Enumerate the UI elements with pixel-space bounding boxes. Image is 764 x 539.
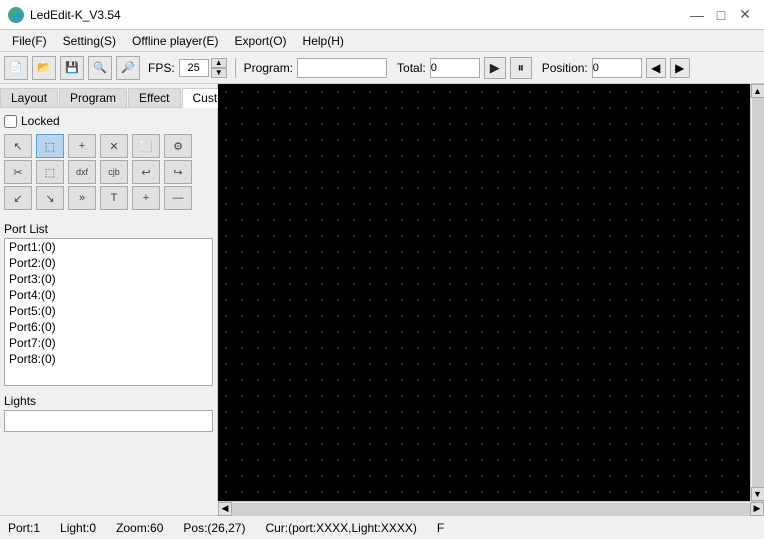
status-flag: F [437,521,444,535]
maximize-button[interactable]: □ [710,4,732,26]
tool-add[interactable]: + [68,134,96,158]
open-button[interactable]: 📂 [32,56,56,80]
h-scroll-right[interactable]: ▶ [750,502,764,516]
program-input[interactable] [297,58,387,78]
pause-button[interactable]: ⏸ [510,57,532,79]
zoom-in-button[interactable]: 🔍 [88,56,112,80]
tool-diag2[interactable]: ↘ [36,186,64,210]
status-cur: Cur:(port:XXXX,Light:XXXX) [265,521,416,535]
v-scroll-up[interactable]: ▲ [751,84,764,98]
tab-effect[interactable]: Effect [128,88,180,107]
v-scroll-down[interactable]: ▼ [751,487,764,501]
toolbar: 📄 📂 💾 🔍 🔎 FPS: ▲ ▼ Program: Total: ▶ ⏸ P… [0,52,764,84]
nav-right-button[interactable]: ▶ [670,58,690,78]
tool-sub[interactable]: — [164,186,192,210]
tool-cut[interactable]: ✂ [4,160,32,184]
separator [235,58,236,78]
tab-layout[interactable]: Layout [0,88,58,107]
lights-input[interactable] [4,410,213,432]
position-label: Position: [542,61,588,75]
fps-group: ▲ ▼ [179,58,227,78]
play-button[interactable]: ▶ [484,57,506,79]
locked-checkbox[interactable] [4,115,17,128]
fps-up[interactable]: ▲ [211,58,227,68]
save-button[interactable]: 💾 [60,56,84,80]
minimize-button[interactable]: — [686,4,708,26]
port-item-4[interactable]: Port4:(0) [5,287,212,303]
tool-rect-select[interactable]: ⬜ [132,134,160,158]
port-item-7[interactable]: Port7:(0) [5,335,212,351]
tool-add2[interactable]: + [132,186,160,210]
port-item-2[interactable]: Port2:(0) [5,255,212,271]
v-scroll-track[interactable] [752,98,764,487]
status-pos: Pos:(26,27) [183,521,245,535]
main-area: Layout Program Effect Custom ◀ ▶ Locked … [0,84,764,501]
port-item-5[interactable]: Port5:(0) [5,303,212,319]
tab-program[interactable]: Program [59,88,127,107]
h-scroll-track[interactable] [232,503,750,515]
status-light: Light:0 [60,521,96,535]
title-bar: LedEdit-K_V3.54 — □ ✕ [0,0,764,30]
menu-offline[interactable]: Offline player(E) [124,32,226,50]
lights-label: Lights [4,394,213,408]
menu-bar: File(F) Setting(S) Offline player(E) Exp… [0,30,764,52]
locked-label: Locked [21,114,60,128]
tool-settings[interactable]: ⚙ [164,134,192,158]
vertical-scrollbar[interactable]: ▲ ▼ [750,84,764,501]
menu-setting[interactable]: Setting(S) [55,32,124,50]
status-zoom: Zoom:60 [116,521,163,535]
tool-diag1[interactable]: ↙ [4,186,32,210]
tool-matrix[interactable]: ⬚ [36,134,64,158]
canvas-row: ▲ ▼ [218,84,764,501]
status-bar: Port:1 Light:0 Zoom:60 Pos:(26,27) Cur:(… [0,515,764,539]
port-item-3[interactable]: Port3:(0) [5,271,212,287]
total-input[interactable] [430,58,480,78]
app-icon [8,7,24,23]
close-button[interactable]: ✕ [734,4,756,26]
lights-section: Lights [0,390,217,501]
tool-cjb[interactable]: cjb [100,160,128,184]
tool-undo[interactable]: ↩ [132,160,160,184]
tab-bar: Layout Program Effect Custom ◀ ▶ [0,84,217,108]
tool-text[interactable]: T [100,186,128,210]
left-panel: Layout Program Effect Custom ◀ ▶ Locked … [0,84,218,501]
zoom-out-button[interactable]: 🔎 [116,56,140,80]
tool-grid: ↖ ⬚ + ✕ ⬜ ⚙ ✂ ⬚ dxf cjb ↩ ↪ ↙ ↘ » T + — [4,134,213,210]
window-title: LedEdit-K_V3.54 [30,8,686,22]
dot-grid-svg [218,84,750,501]
fps-down[interactable]: ▼ [211,68,227,78]
horizontal-scrollbar[interactable]: ◀ ▶ [218,501,764,515]
new-button[interactable]: 📄 [4,56,28,80]
program-label: Program: [244,61,293,75]
title-bar-buttons: — □ ✕ [686,4,756,26]
tool-forward[interactable]: » [68,186,96,210]
fps-spinner: ▲ ▼ [211,58,227,78]
tool-delete[interactable]: ✕ [100,134,128,158]
status-port: Port:1 [8,521,40,535]
fps-input[interactable] [179,59,209,77]
tool-select[interactable]: ↖ [4,134,32,158]
port-item-8[interactable]: Port8:(0) [5,351,212,367]
nav-left-button[interactable]: ◀ [646,58,666,78]
total-label: Total: [397,61,426,75]
fps-label: FPS: [148,61,175,75]
tool-dxf[interactable]: dxf [68,160,96,184]
tool-area: Locked ↖ ⬚ + ✕ ⬜ ⚙ ✂ ⬚ dxf cjb ↩ ↪ ↙ ↘ »… [0,108,217,218]
tool-matrix2[interactable]: ⬚ [36,160,64,184]
h-scroll-left[interactable]: ◀ [218,502,232,516]
port-item-1[interactable]: Port1:(0) [5,239,212,255]
menu-file[interactable]: File(F) [4,32,55,50]
port-list-box[interactable]: Port1:(0) Port2:(0) Port3:(0) Port4:(0) … [4,238,213,386]
menu-help[interactable]: Help(H) [295,32,352,50]
locked-row: Locked [4,114,213,128]
menu-export[interactable]: Export(O) [227,32,295,50]
canvas-area[interactable] [218,84,750,501]
tool-redo[interactable]: ↪ [164,160,192,184]
port-item-6[interactable]: Port6:(0) [5,319,212,335]
position-input[interactable] [592,58,642,78]
port-list-label: Port List [4,222,213,236]
port-list-section: Port List Port1:(0) Port2:(0) Port3:(0) … [0,218,217,390]
